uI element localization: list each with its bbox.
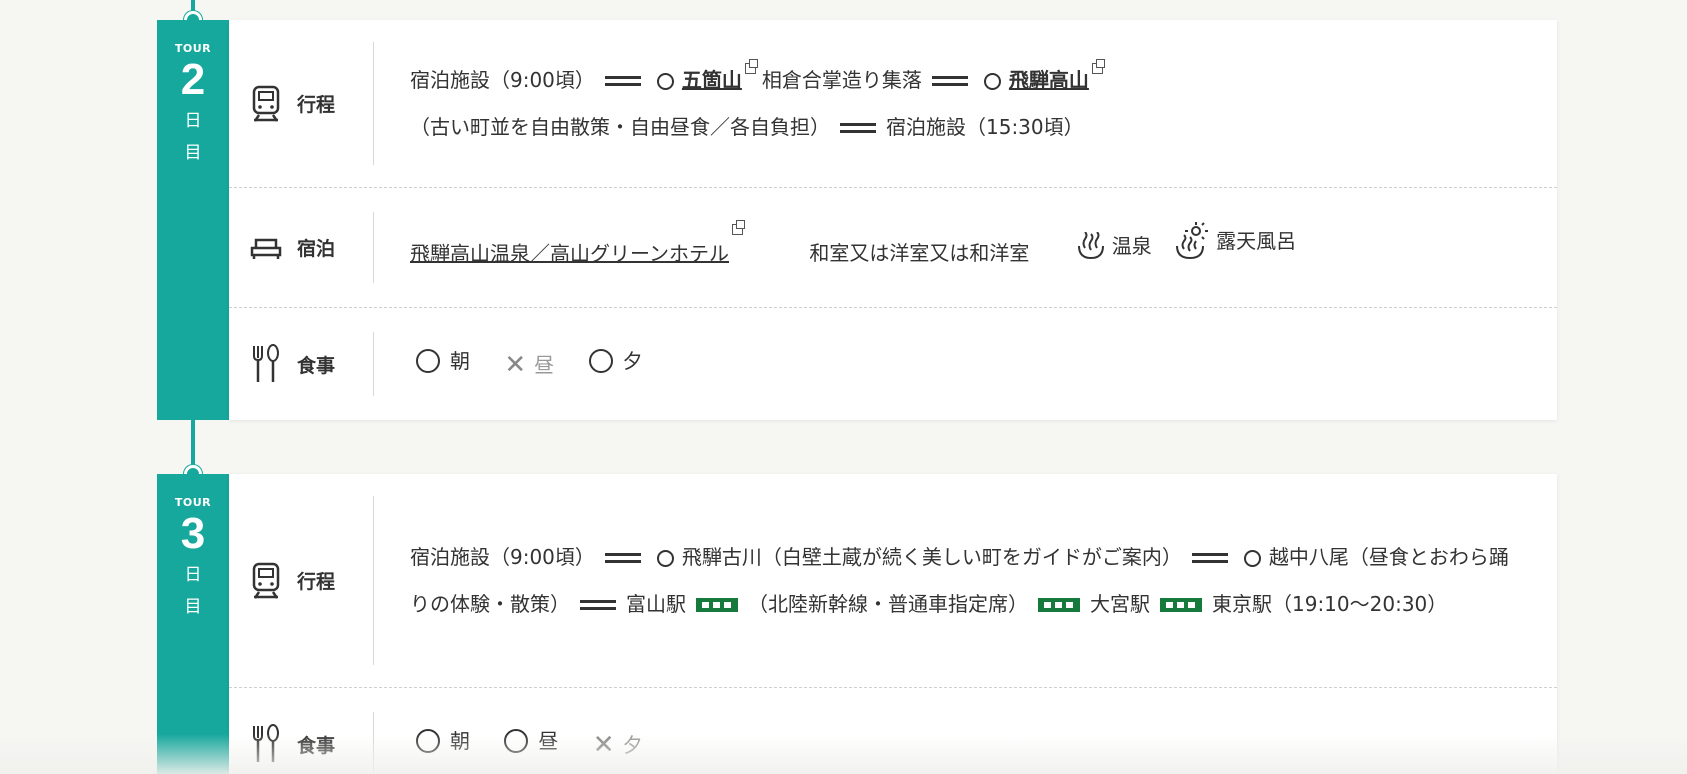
- bottom-fade: [0, 734, 1687, 774]
- itinerary-segment: 大宮駅: [1090, 591, 1150, 616]
- onsen-tag: 温泉: [1076, 223, 1152, 270]
- itinerary-segment: （北陸新幹線・普通車指定席）: [748, 591, 1028, 616]
- itinerary-segment: 宿泊施設（15:30頃）: [886, 114, 1084, 139]
- rotenburo-tag: 露天風呂: [1174, 218, 1296, 265]
- day-number: 3: [180, 509, 206, 558]
- meal-name: 昼: [534, 352, 555, 377]
- connector-icon: [931, 76, 968, 86]
- day-2-tab: TOUR 2 日 目: [157, 20, 229, 420]
- stop-circle-icon: [656, 549, 674, 567]
- itinerary-segment: （古い町並を自由散策・自由昼食／各自負担）: [410, 114, 830, 139]
- day-kanji: 目: [184, 143, 202, 163]
- meals-body: 朝 ✕ 昼 夕: [374, 338, 1557, 391]
- tour-label: TOUR: [174, 496, 212, 509]
- itinerary-segment: 宿泊施設（9:00頃）: [410, 544, 595, 569]
- day-kanji: 目: [184, 597, 202, 617]
- tour-label: TOUR: [174, 42, 212, 55]
- stop-circle-icon: [983, 72, 1001, 90]
- meals-row: 食事 朝 ✕ 昼 夕: [229, 308, 1557, 420]
- connector-icon: [604, 553, 641, 563]
- itinerary-segment: 相倉合掌造り集落: [761, 67, 922, 92]
- external-link-icon: [732, 219, 745, 235]
- day-number: 2: [180, 55, 206, 104]
- connector-icon: [604, 76, 641, 86]
- gokayama-link[interactable]: 五箇山: [682, 68, 742, 92]
- bed-icon: [249, 228, 283, 268]
- meals-label: 食事: [297, 354, 336, 377]
- meal-lunch: ✕ 昼: [504, 342, 554, 389]
- meal-name: 夕: [622, 348, 643, 373]
- day-kanji: 日: [184, 565, 202, 585]
- day-3-block: TOUR 3 日 目 行程 宿泊施設（9:00頃） 飛騨古川（白壁土蔵が続く美しい…: [157, 474, 1557, 774]
- open-air-bath-icon: [1176, 222, 1209, 260]
- connector-icon: [840, 123, 876, 133]
- day-3-tab: TOUR 3 日 目: [157, 474, 229, 774]
- stop-circle-icon: [656, 72, 674, 90]
- day-2-block: TOUR 2 日 目 行程 宿泊施設（9:00頃） 五箇山 相倉合掌造り集落 飛騨高山…: [157, 20, 1557, 420]
- onsen-label: 温泉: [1111, 233, 1152, 258]
- itinerary-segment: 飛騨古川（白壁土蔵が続く美しい町をガイドがご案内）: [681, 544, 1182, 569]
- rotenburo-label: 露天風呂: [1216, 228, 1297, 253]
- day-3-card: 行程 宿泊施設（9:00頃） 飛騨古川（白壁土蔵が続く美しい町をガイドがご案内）越…: [229, 474, 1557, 774]
- lodging-row: 宿泊 飛騨高山温泉／高山グリーンホテル 和室又は洋室又は和洋室 温泉 露天風呂: [229, 188, 1557, 308]
- hot-spring-icon: [1077, 232, 1104, 260]
- itinerary-row: 行程 宿泊施設（9:00頃） 飛騨古川（白壁土蔵が続く美しい町をガイドがご案内）越…: [229, 474, 1557, 688]
- day-kanji: 日: [184, 111, 202, 131]
- hida-takayama-link[interactable]: 飛騨高山: [1009, 68, 1089, 92]
- connector-icon: [580, 600, 616, 610]
- lodging-head: 宿泊: [229, 212, 374, 283]
- train-icon: [249, 84, 283, 124]
- day-2-card: 行程 宿泊施設（9:00頃） 五箇山 相倉合掌造り集落 飛騨高山 （古い町並を自由散策・…: [229, 20, 1557, 420]
- itinerary-head: 行程: [229, 42, 374, 165]
- shinkansen-icon: [1038, 598, 1080, 612]
- itinerary-row: 行程 宿泊施設（9:00頃） 五箇山 相倉合掌造り集落 飛騨高山 （古い町並を自由散策・…: [229, 20, 1557, 188]
- stop-circle-icon: [1243, 549, 1261, 567]
- shinkansen-icon: [1160, 598, 1202, 612]
- itinerary-segment: 宿泊施設（9:00頃）: [410, 67, 595, 92]
- fork-spoon-icon: [249, 344, 283, 384]
- meal-name: 朝: [450, 348, 470, 373]
- external-link-icon: [1091, 58, 1105, 74]
- itinerary-body: 宿泊施設（9:00頃） 五箇山 相倉合掌造り集落 飛騨高山 （古い町並を自由散策・自由昼…: [374, 57, 1557, 151]
- included-circle-icon: [588, 349, 613, 374]
- shinkansen-icon: [696, 598, 738, 612]
- room-type: 和室又は洋室又は和洋室: [809, 241, 1030, 266]
- meal-breakfast: 朝: [416, 338, 470, 385]
- itinerary-head: 行程: [229, 496, 374, 665]
- train-icon: [249, 561, 283, 601]
- external-link-icon: [744, 58, 758, 74]
- included-circle-icon: [416, 349, 440, 374]
- itinerary-segment: 東京駅（19:10〜20:30）: [1212, 591, 1448, 616]
- itinerary-label: 行程: [297, 94, 336, 116]
- itinerary-body: 宿泊施設（9:00頃） 飛騨古川（白壁土蔵が続く美しい町をガイドがご案内） 越中八尾…: [374, 534, 1557, 628]
- itinerary-label: 行程: [297, 571, 336, 593]
- not-included-cross-icon: ✕: [504, 350, 527, 381]
- meal-dinner: 夕: [588, 338, 643, 385]
- lodging-body: 飛騨高山温泉／高山グリーンホテル 和室又は洋室又は和洋室 温泉 露天風呂: [374, 218, 1557, 278]
- connector-icon: [1191, 553, 1228, 563]
- itinerary-segment: 富山駅: [626, 591, 686, 616]
- lodging-label: 宿泊: [297, 238, 336, 260]
- hotel-link[interactable]: 飛騨高山温泉／高山グリーンホテル: [410, 241, 729, 265]
- meals-head: 食事: [229, 332, 374, 396]
